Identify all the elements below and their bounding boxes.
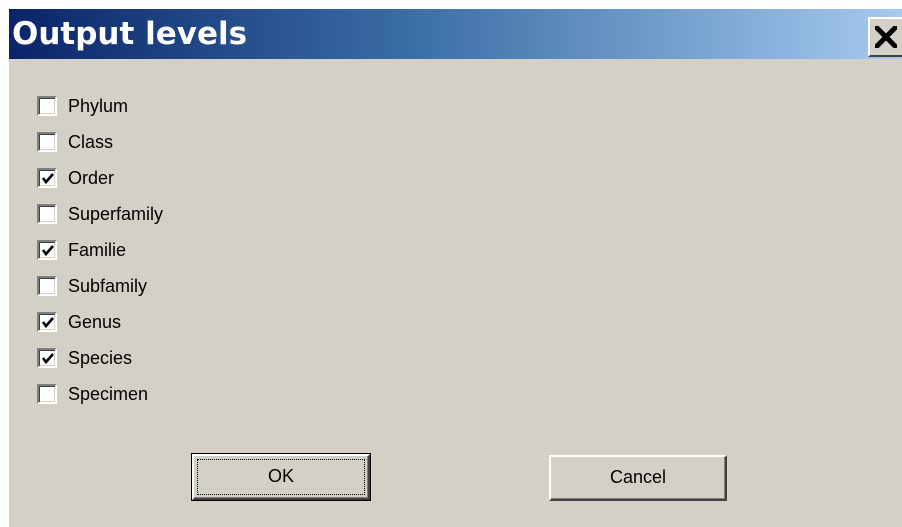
checkbox-label: Class [68, 132, 114, 152]
close-button[interactable] [868, 17, 902, 57]
checkbox[interactable] [37, 240, 57, 260]
level-option-subfamily[interactable]: Subfamily [37, 276, 237, 312]
level-option-phylum[interactable]: Phylum [37, 96, 237, 132]
close-icon [875, 26, 897, 48]
cancel-button[interactable]: Cancel [549, 455, 727, 501]
checkbox-label: Order [68, 168, 115, 188]
checkbox-label: Familie [68, 240, 127, 260]
checkbox-label: Species [68, 348, 133, 368]
level-option-familie[interactable]: Familie [37, 240, 237, 276]
checkbox[interactable] [37, 384, 57, 404]
level-option-species[interactable]: Species [37, 348, 237, 384]
level-option-class[interactable]: Class [37, 132, 237, 168]
checkbox[interactable] [37, 168, 57, 188]
level-option-genus[interactable]: Genus [37, 312, 237, 348]
checkbox-label: Specimen [68, 384, 149, 404]
cancel-button-label: Cancel [609, 467, 667, 487]
checkbox[interactable] [37, 312, 57, 332]
title-bar[interactable]: Output levels [9, 9, 902, 59]
checkmark-icon [41, 245, 54, 257]
checkbox[interactable] [37, 96, 57, 116]
checkbox-label: Superfamily [68, 204, 164, 224]
ok-button[interactable]: OK [191, 453, 371, 501]
checkbox[interactable] [37, 348, 57, 368]
ok-button-label: OK [267, 466, 294, 486]
checkbox-label: Subfamily [68, 276, 148, 296]
checkmark-icon [41, 317, 54, 329]
checkbox[interactable] [37, 276, 57, 296]
output-levels-dialog: Output levels Phylum Class Order Superfa… [9, 9, 902, 527]
dialog-title: Output levels [12, 16, 248, 52]
checkbox-label: Genus [68, 312, 122, 332]
checkmark-icon [41, 353, 54, 365]
checkbox-label: Phylum [68, 96, 129, 116]
checkbox[interactable] [37, 204, 57, 224]
checkmark-icon [41, 173, 54, 185]
level-option-specimen[interactable]: Specimen [37, 384, 237, 420]
level-checklist: Phylum Class Order Superfamily Familie S… [37, 96, 237, 420]
level-option-order[interactable]: Order [37, 168, 237, 204]
level-option-superfamily[interactable]: Superfamily [37, 204, 237, 240]
checkbox[interactable] [37, 132, 57, 152]
